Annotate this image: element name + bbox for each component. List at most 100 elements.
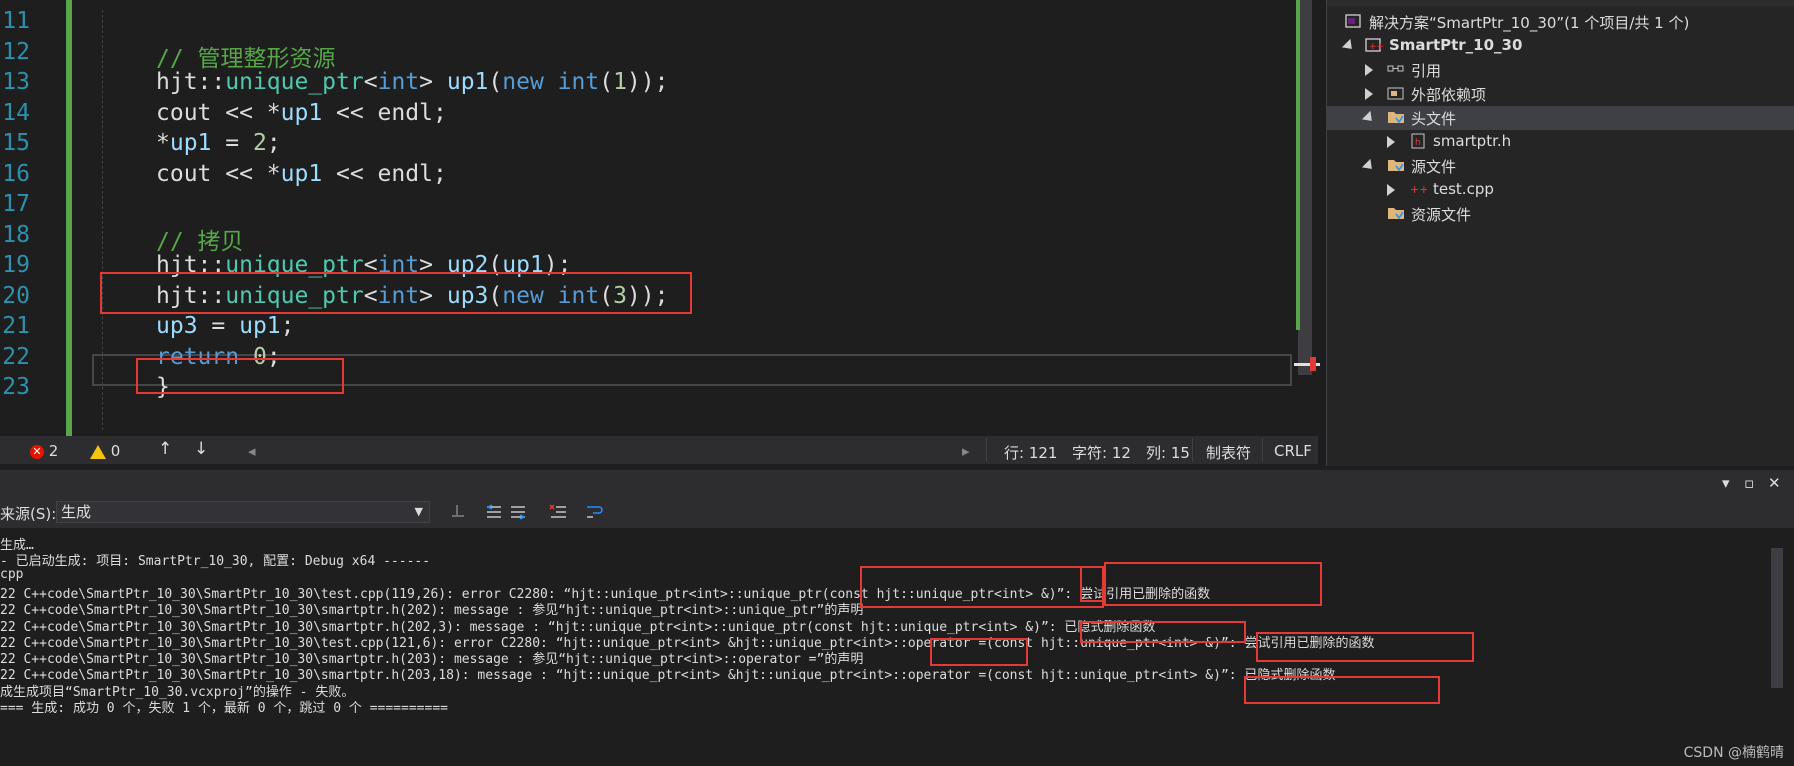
source-select[interactable]: 生成 ▼ [56,501,430,523]
code-token: up1 [280,99,323,126]
output-line[interactable]: cpp [0,567,23,582]
tree-smartptr-h[interactable]: h smartptr.h [1327,130,1794,154]
code-line[interactable]: // 拷贝 [156,222,244,256]
char-indicator[interactable]: 字符: 12 [1072,442,1131,463]
annotation-box-msg-deleted2 [1244,676,1440,704]
tree-external-deps[interactable]: 外部依赖项 [1327,82,1794,106]
annotation-box-err2-msg [1256,632,1474,662]
code-line[interactable]: cout << *up1 << endl; [156,100,447,126]
svg-text:++: ++ [1410,183,1427,196]
line-number: 17 [2,191,30,217]
scrollbar-thumb[interactable] [1298,0,1312,375]
nav-down-icon[interactable]: ↓ [194,439,208,459]
annotation-box-err1-sig [860,566,1104,608]
folder-icon [1388,160,1404,172]
editor-status-bar: ✕ 2 0 ↑ ↓ ◂ ▸ 行: 121 字符: 12 列: 15 制表符 CR… [0,436,1318,464]
references-icon [1387,65,1404,72]
eol-indicator[interactable]: CRLF [1274,442,1312,460]
code-token: // 拷贝 [156,228,244,255]
warning-icon [90,444,106,459]
svg-text:++: ++ [1369,42,1383,52]
goto-source-icon[interactable] [448,503,468,521]
clear-all-icon[interactable] [548,503,568,521]
solution-icon [1345,14,1361,28]
tree-project[interactable]: ++ SmartPtr_10_30 [1327,34,1794,58]
folder-icon [1388,208,1404,220]
annotation-box-err1-quote [1080,566,1104,602]
line-number: 20 [2,282,30,309]
scroll-left-icon[interactable]: ◂ [248,442,256,460]
tree-header-files[interactable]: 头文件 [1327,106,1794,130]
code-token: hjt [156,69,198,95]
code-token: 2 [252,130,267,156]
output-scrollbar-thumb[interactable] [1771,548,1783,688]
collapse-arrow-icon[interactable] [1365,64,1373,76]
tree-references[interactable]: 引用 [1327,58,1794,82]
code-line[interactable]: *up1 = 2; [156,130,281,156]
output-log[interactable]: 生成… - 已启动生成: 项目: SmartPtr_10_30, 配置: Debu… [0,528,1794,766]
tree-source-files[interactable]: 源文件 [1327,154,1794,178]
line-number: 13 [2,69,30,95]
code-token: < [363,69,378,95]
dropdown-icon[interactable]: ▾ [1722,474,1730,492]
line-indicator[interactable]: 行: 121 [1004,442,1057,463]
output-line[interactable]: === 生成: 成功 0 个，失败 1 个，最新 0 个，跳过 0 个 ====… [0,697,448,716]
nav-up-icon[interactable]: ↑ [158,439,172,459]
collapse-arrow-icon[interactable] [1387,184,1395,196]
code-token: ( [599,69,614,95]
annotation-box-copy-construct [100,272,692,314]
prev-message-icon[interactable] [484,503,504,521]
collapse-arrow-icon[interactable] [1387,136,1395,148]
scroll-right-icon[interactable]: ▸ [962,442,970,460]
folder-icon [1388,112,1404,124]
code-token: up1 [280,160,323,187]
output-panel-header: ▾ ▫ ✕ [0,470,1794,498]
next-message-icon[interactable] [508,503,528,521]
col-indicator[interactable]: 列: 15 [1146,442,1190,463]
collapse-arrow-icon[interactable] [1365,88,1373,100]
expand-arrow-icon[interactable] [1361,158,1377,174]
expand-arrow-icon[interactable] [1341,38,1357,54]
code-token: cout << * [156,99,281,126]
cpp-project-icon: ++ [1365,38,1383,52]
output-line[interactable]: - 已启动生成: 项目: SmartPtr_10_30, 配置: Debug x… [0,550,430,569]
error-count[interactable]: ✕ 2 [30,442,58,460]
warning-count[interactable]: 0 [90,442,120,460]
line-number: 12 [2,38,30,65]
expand-arrow-icon[interactable] [1361,110,1377,126]
code-token: = [197,313,240,339]
tree-test-cpp[interactable]: ++ test.cpp [1327,178,1794,202]
line-number: 18 [2,221,30,248]
code-token: int [557,69,600,95]
code-token: new [502,69,544,95]
code-token: up1 [169,130,212,156]
source-label: 来源(S): [0,505,57,523]
tabs-indicator[interactable]: 制表符 [1206,442,1251,463]
close-icon[interactable]: ✕ [1768,474,1781,492]
change-tracking-bar [66,0,72,436]
code-token: // 管理整形资源 [156,45,336,72]
code-token: > [419,69,447,95]
code-token: :: [197,69,226,95]
code-line[interactable]: up3 = up1; [156,313,295,339]
output-toolbar: 来源(S): 生成 ▼ [0,498,1794,528]
annotation-box-assign [136,358,344,394]
code-token: int [377,69,420,95]
line-number: 15 [2,130,30,156]
watermark: CSDN @楠鹤晴 [1683,745,1784,761]
line-number: 21 [2,313,30,339]
code-token: << endl; [322,99,447,126]
code-editor[interactable]: 11 12 13 14 15 16 17 18 19 20 21 22 23 // 管理整形资源 hjt:… [0,0,1320,436]
code-line[interactable]: // 管理整形资源 [156,39,336,73]
tree-resource-files[interactable]: 资源文件 [1327,202,1794,226]
code-line[interactable]: cout << *up1 << endl; [156,161,447,187]
code-token: up1 [239,313,281,339]
code-token: * [156,130,170,156]
code-line[interactable]: hjt::unique_ptr<int> up1(new int(1)); [156,69,668,95]
word-wrap-icon[interactable] [584,503,604,521]
maximize-icon[interactable]: ▫ [1744,474,1754,492]
line-number: 11 [2,8,30,34]
line-number: 22 [2,343,30,370]
tree-solution[interactable]: 解决方案“SmartPtr_10_30”(1 个项目/共 1 个) [1327,10,1794,34]
